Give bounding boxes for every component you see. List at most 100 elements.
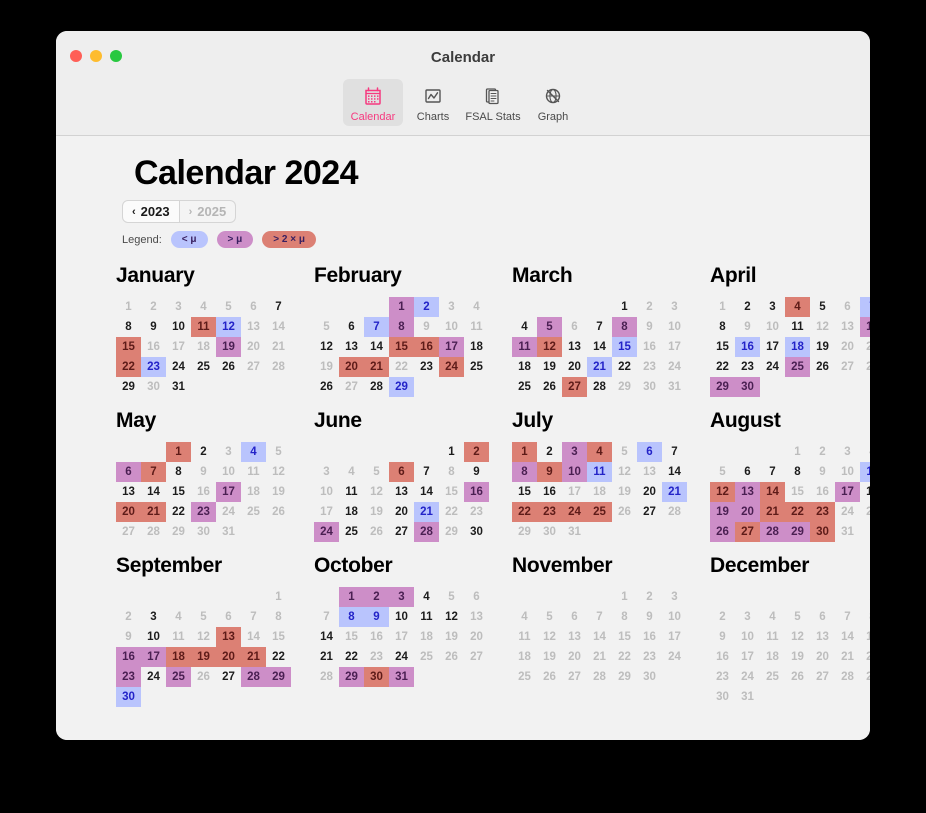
day-cell[interactable]: 3 (735, 607, 760, 627)
day-cell[interactable]: 15 (512, 482, 537, 502)
day-cell[interactable]: 20 (339, 357, 364, 377)
day-cell[interactable]: 22 (512, 502, 537, 522)
day-cell[interactable]: 29 (439, 522, 464, 542)
day-cell[interactable]: 20 (835, 337, 860, 357)
day-cell[interactable]: 8 (389, 317, 414, 337)
day-cell[interactable]: 13 (339, 337, 364, 357)
day-cell[interactable]: 21 (241, 647, 266, 667)
toolbar-item-charts[interactable]: Charts (403, 79, 463, 126)
day-cell[interactable]: 23 (116, 667, 141, 687)
day-cell[interactable]: 28 (241, 667, 266, 687)
day-cell[interactable]: 4 (414, 587, 439, 607)
day-cell[interactable]: 6 (735, 462, 760, 482)
day-cell[interactable]: 17 (166, 337, 191, 357)
day-cell[interactable]: 24 (735, 667, 760, 687)
day-cell[interactable]: 20 (562, 647, 587, 667)
day-cell[interactable]: 16 (710, 647, 735, 667)
day-cell[interactable]: 9 (141, 317, 166, 337)
day-cell[interactable]: 8 (710, 317, 735, 337)
day-cell[interactable]: 27 (637, 502, 662, 522)
day-cell[interactable]: 30 (637, 377, 662, 397)
day-cell[interactable]: 19 (191, 647, 216, 667)
day-cell[interactable]: 14 (860, 317, 870, 337)
day-cell[interactable]: 15 (116, 337, 141, 357)
day-cell[interactable]: 29 (389, 377, 414, 397)
day-cell[interactable]: 26 (537, 667, 562, 687)
day-cell[interactable]: 20 (637, 482, 662, 502)
day-cell[interactable]: 18 (512, 357, 537, 377)
day-cell[interactable]: 21 (314, 647, 339, 667)
day-cell[interactable]: 26 (810, 357, 835, 377)
day-cell[interactable]: 3 (835, 442, 860, 462)
day-cell[interactable]: 13 (735, 482, 760, 502)
day-cell[interactable]: 27 (389, 522, 414, 542)
day-cell[interactable]: 23 (637, 357, 662, 377)
day-cell[interactable]: 14 (662, 462, 687, 482)
day-cell[interactable]: 11 (166, 627, 191, 647)
day-cell[interactable]: 27 (116, 522, 141, 542)
day-cell[interactable]: 16 (810, 482, 835, 502)
day-cell[interactable]: 12 (810, 317, 835, 337)
day-cell[interactable]: 10 (760, 317, 785, 337)
day-cell[interactable]: 18 (760, 647, 785, 667)
day-cell[interactable]: 21 (414, 502, 439, 522)
day-cell[interactable]: 8 (860, 607, 870, 627)
day-cell[interactable]: 5 (710, 462, 735, 482)
day-cell[interactable]: 30 (116, 687, 141, 707)
day-cell[interactable]: 29 (860, 667, 870, 687)
day-cell[interactable]: 25 (166, 667, 191, 687)
day-cell[interactable]: 10 (389, 607, 414, 627)
day-cell[interactable]: 26 (439, 647, 464, 667)
day-cell[interactable]: 20 (562, 357, 587, 377)
day-cell[interactable]: 8 (612, 317, 637, 337)
day-cell[interactable]: 21 (266, 337, 291, 357)
day-cell[interactable]: 20 (810, 647, 835, 667)
day-cell[interactable]: 10 (141, 627, 166, 647)
day-cell[interactable]: 21 (587, 647, 612, 667)
day-cell[interactable]: 21 (141, 502, 166, 522)
day-cell[interactable]: 16 (464, 482, 489, 502)
day-cell[interactable]: 31 (166, 377, 191, 397)
toolbar-item-fsal-stats[interactable]: FSAL Stats (463, 79, 523, 126)
day-cell[interactable]: 23 (710, 667, 735, 687)
day-cell[interactable]: 17 (314, 502, 339, 522)
day-cell[interactable]: 3 (562, 442, 587, 462)
day-cell[interactable]: 26 (191, 667, 216, 687)
day-cell[interactable]: 8 (612, 607, 637, 627)
day-cell[interactable]: 13 (562, 337, 587, 357)
day-cell[interactable]: 15 (785, 482, 810, 502)
day-cell[interactable]: 1 (512, 442, 537, 462)
day-cell[interactable]: 11 (860, 462, 870, 482)
day-cell[interactable]: 3 (166, 297, 191, 317)
day-cell[interactable]: 7 (266, 297, 291, 317)
day-cell[interactable]: 13 (116, 482, 141, 502)
day-cell[interactable]: 29 (266, 667, 291, 687)
day-cell[interactable]: 20 (389, 502, 414, 522)
day-cell[interactable]: 28 (364, 377, 389, 397)
day-cell[interactable]: 26 (364, 522, 389, 542)
day-cell[interactable]: 3 (439, 297, 464, 317)
day-cell[interactable]: 24 (141, 667, 166, 687)
day-cell[interactable]: 3 (760, 297, 785, 317)
day-cell[interactable]: 19 (710, 502, 735, 522)
day-cell[interactable]: 7 (587, 317, 612, 337)
day-cell[interactable]: 12 (364, 482, 389, 502)
day-cell[interactable]: 12 (710, 482, 735, 502)
day-cell[interactable]: 29 (612, 377, 637, 397)
day-cell[interactable]: 18 (241, 482, 266, 502)
day-cell[interactable]: 9 (191, 462, 216, 482)
day-cell[interactable]: 5 (537, 607, 562, 627)
day-cell[interactable]: 23 (414, 357, 439, 377)
day-cell[interactable]: 15 (339, 627, 364, 647)
day-cell[interactable]: 17 (735, 647, 760, 667)
day-cell[interactable]: 5 (364, 462, 389, 482)
day-cell[interactable]: 30 (810, 522, 835, 542)
day-cell[interactable]: 20 (735, 502, 760, 522)
day-cell[interactable]: 1 (116, 297, 141, 317)
day-cell[interactable]: 1 (612, 587, 637, 607)
day-cell[interactable]: 28 (266, 357, 291, 377)
day-cell[interactable]: 18 (464, 337, 489, 357)
day-cell[interactable]: 12 (216, 317, 241, 337)
day-cell[interactable]: 9 (710, 627, 735, 647)
day-cell[interactable]: 24 (562, 502, 587, 522)
